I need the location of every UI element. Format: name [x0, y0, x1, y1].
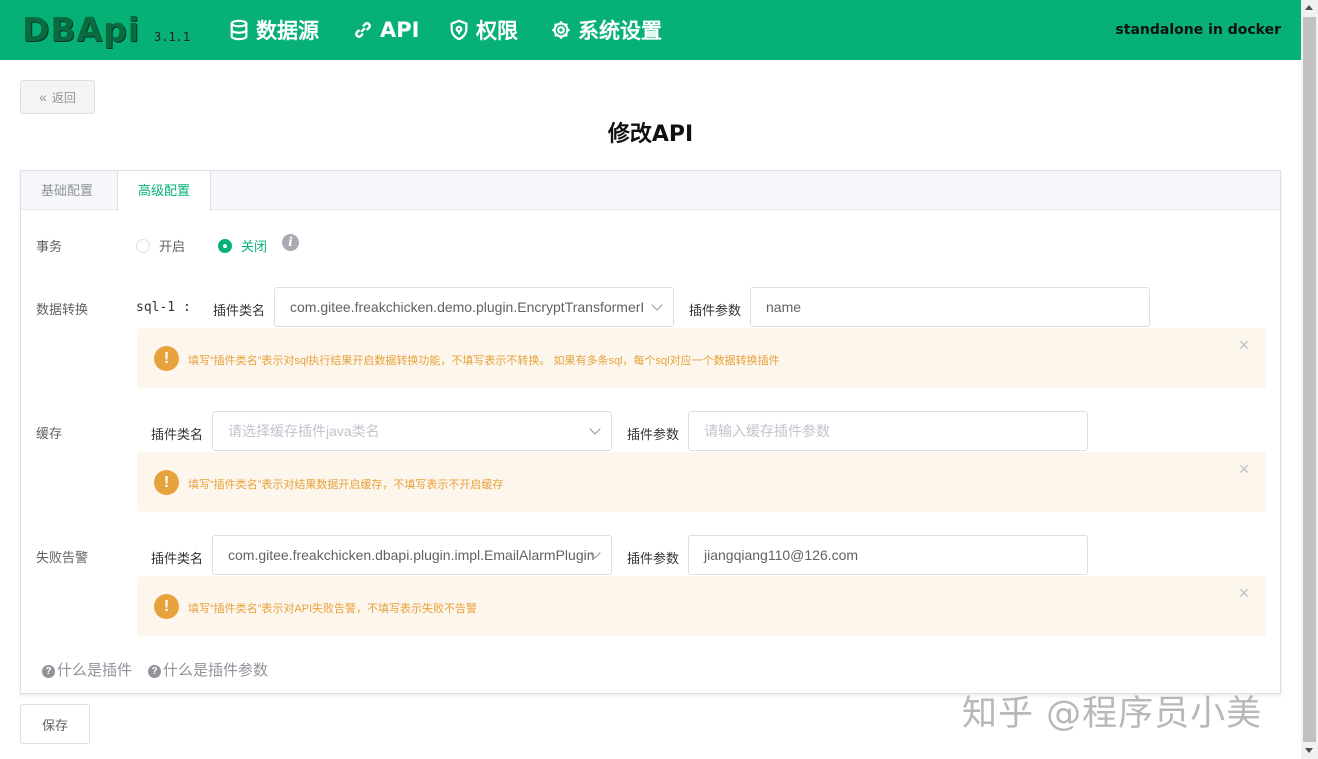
back-button[interactable]: « 返回 — [20, 80, 95, 114]
nav-permission[interactable]: 权限 — [448, 15, 518, 45]
page-scrollbar[interactable] — [1301, 0, 1318, 759]
radio-circle — [218, 238, 232, 253]
transform-class-label: 插件类名 — [213, 303, 266, 318]
nav-label: API — [380, 18, 420, 42]
help-link-plugin-param[interactable]: ? 什么是插件参数 — [148, 659, 268, 680]
link-icon — [355, 22, 371, 38]
nav-api[interactable]: API — [352, 15, 419, 45]
watermark: 知乎 @程序员小美 — [962, 694, 1263, 734]
input-placeholder: 请输入缓存插件参数 — [704, 423, 830, 439]
transform-label: 数据转换 — [36, 302, 89, 317]
gear-icon — [552, 21, 570, 39]
nav-label: 系统设置 — [578, 19, 662, 43]
alarm-param-label: 插件参数 — [627, 551, 680, 566]
radio-label: 关闭 — [241, 239, 268, 254]
close-icon[interactable]: ✕ — [1238, 337, 1250, 354]
alarm-class-label: 插件类名 — [151, 551, 204, 566]
tab-bar: 基础配置 高级配置 — [21, 171, 1280, 211]
select-value: com.gitee.freakchicken.demo.plugin.Encry… — [290, 299, 645, 315]
help-link-plugin[interactable]: ? 什么是插件 — [42, 659, 132, 680]
database-icon — [230, 19, 248, 41]
app-version: 3.1.1 — [154, 30, 191, 44]
cache-class-select[interactable]: 请选择缓存插件java类名 — [212, 411, 612, 451]
cache-label: 缓存 — [36, 426, 63, 441]
radio-transaction-off[interactable]: 关闭 — [218, 236, 267, 255]
warning-icon: ! — [154, 346, 179, 371]
cache-alert: ! 填写“插件类名”表示对结果数据开启缓存，不填写表示不开启缓存 ✕ — [137, 452, 1266, 512]
double-chevron-left-icon: « — [39, 89, 47, 105]
close-icon[interactable]: ✕ — [1238, 585, 1250, 602]
transform-param-input[interactable]: name — [750, 287, 1150, 327]
radio-label: 开启 — [159, 239, 186, 254]
transform-alert: ! 填写“插件类名”表示对sql执行结果开启数据转换功能，不填写表示不转换。 如… — [137, 328, 1266, 388]
close-icon[interactable]: ✕ — [1238, 461, 1250, 478]
alarm-param-input[interactable]: jiangqiang110@126.com — [688, 535, 1088, 575]
nav-label: 数据源 — [256, 19, 319, 43]
save-button[interactable]: 保存 — [20, 704, 90, 744]
chevron-down-icon — [589, 423, 601, 435]
warning-icon: ! — [154, 470, 179, 495]
nav-label: 权限 — [476, 19, 518, 43]
chevron-down-icon — [651, 299, 663, 311]
scroll-down-icon[interactable] — [1305, 748, 1313, 753]
alert-text: 填写“插件类名”表示对API失败告警，不填写表示失败不告警 — [188, 603, 478, 615]
alarm-alert: ! 填写“插件类名”表示对API失败告警，不填写表示失败不告警 ✕ — [137, 576, 1266, 636]
cache-param-input[interactable]: 请输入缓存插件参数 — [688, 411, 1088, 451]
cache-param-label: 插件参数 — [627, 427, 680, 442]
app-logo[interactable]: DBApi — [22, 10, 140, 49]
select-placeholder: 请选择缓存插件java类名 — [228, 423, 380, 439]
scrollbar-thumb[interactable] — [1303, 17, 1316, 742]
alarm-class-select[interactable]: com.gitee.freakchicken.dbapi.plugin.impl… — [212, 535, 612, 575]
question-icon: ? — [148, 665, 161, 678]
alert-text: 填写“插件类名”表示对结果数据开启缓存，不填写表示不开启缓存 — [188, 479, 504, 491]
config-card: 基础配置 高级配置 事务 开启 关闭 i 数据转换 sql-1 : 插件类名 c… — [20, 170, 1281, 694]
question-icon: ? — [42, 665, 55, 678]
select-value: com.gitee.freakchicken.dbapi.plugin.impl… — [228, 547, 595, 563]
top-header: DBApi 3.1.1 数据源 API 权限 系统设置 standalone i… — [0, 0, 1301, 60]
deploy-mode: standalone in docker — [1115, 22, 1281, 38]
transform-class-select[interactable]: com.gitee.freakchicken.demo.plugin.Encry… — [274, 287, 674, 327]
sql-tag: sql-1 : — [136, 300, 191, 315]
input-value: jiangqiang110@126.com — [704, 547, 859, 563]
nav-datasource[interactable]: 数据源 — [228, 15, 319, 45]
radio-transaction-on[interactable]: 开启 — [136, 236, 185, 255]
warning-icon: ! — [154, 594, 179, 619]
cache-class-label: 插件类名 — [151, 427, 204, 442]
radio-circle — [136, 238, 150, 253]
alert-text: 填写“插件类名”表示对sql执行结果开启数据转换功能，不填写表示不转换。 如果有… — [188, 355, 780, 367]
alarm-label: 失败告警 — [36, 550, 89, 565]
info-icon[interactable]: i — [282, 234, 299, 251]
scroll-up-icon[interactable] — [1305, 5, 1313, 10]
transform-param-label: 插件参数 — [689, 303, 742, 318]
transaction-label: 事务 — [36, 239, 63, 254]
page-title: 修改API — [607, 122, 694, 147]
help-label: 什么是插件参数 — [163, 662, 269, 679]
nav-settings[interactable]: 系统设置 — [550, 15, 662, 45]
back-label: 返回 — [51, 90, 76, 105]
help-label: 什么是插件 — [57, 662, 133, 679]
tab-basic-config[interactable]: 基础配置 — [21, 171, 113, 210]
input-value: name — [766, 299, 802, 315]
shield-icon — [450, 19, 468, 41]
tab-advanced-config[interactable]: 高级配置 — [117, 171, 212, 211]
